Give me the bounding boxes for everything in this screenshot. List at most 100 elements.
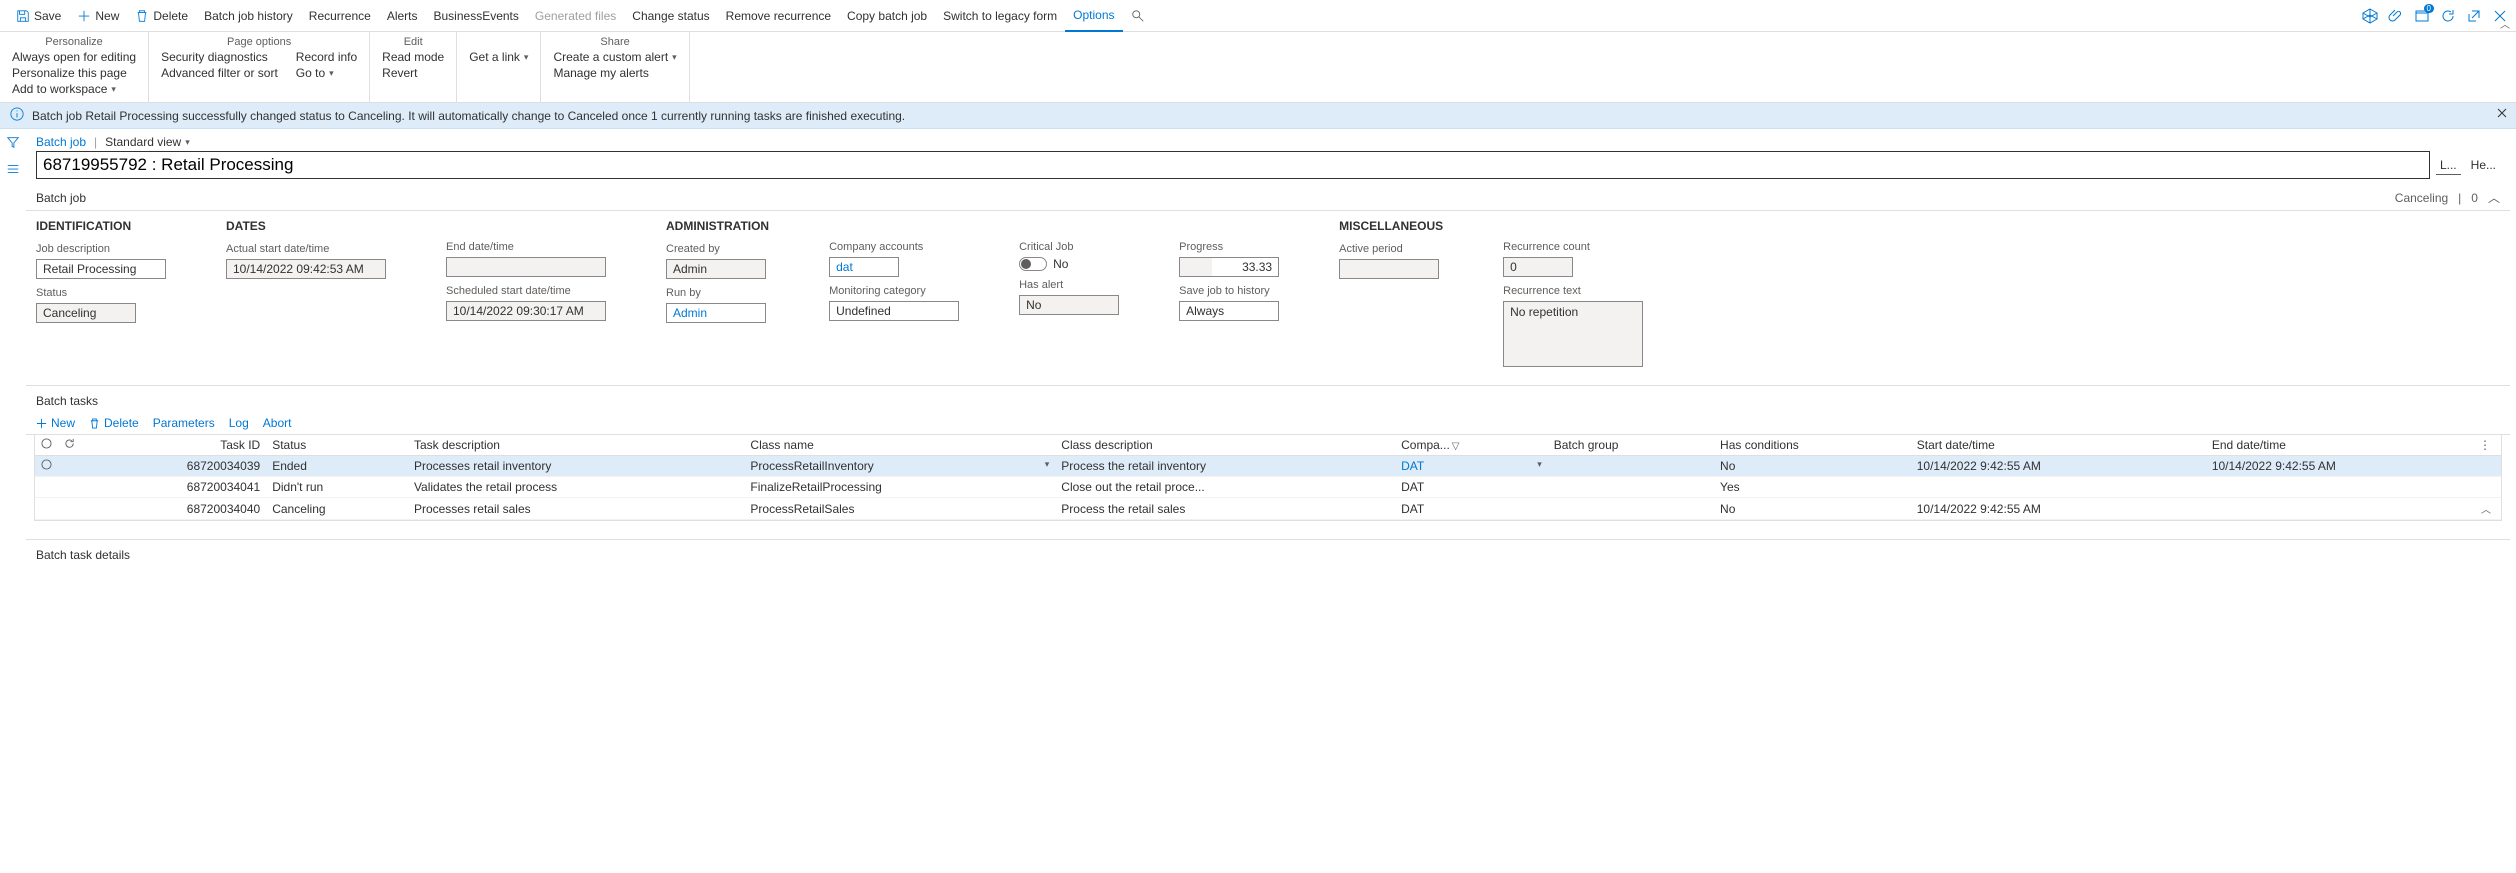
revert-link[interactable]: Revert — [382, 66, 444, 80]
attachments-icon[interactable] — [2388, 8, 2404, 24]
col-status[interactable]: Status — [266, 435, 408, 456]
company-accounts-input[interactable]: dat — [829, 257, 899, 277]
group-admin: ADMINISTRATION — [666, 219, 769, 233]
save-history-input[interactable]: Always — [1179, 301, 1279, 321]
chevron-down-icon: ▾ — [672, 52, 677, 63]
status-input: Canceling — [36, 303, 136, 323]
recurrence-text-label: Recurrence text — [1503, 285, 1643, 297]
chevron-down-icon[interactable]: ▾ — [1045, 459, 1050, 470]
my-alerts-link[interactable]: Manage my alerts — [553, 66, 676, 80]
col-class-name[interactable]: Class name — [744, 435, 1055, 456]
security-link[interactable]: Security diagnostics — [161, 50, 278, 64]
options-tab[interactable]: Options — [1065, 0, 1122, 32]
record-title-input[interactable] — [36, 151, 2430, 179]
remove-recurrence-button[interactable]: Remove recurrence — [718, 0, 839, 32]
globe-icon[interactable] — [2362, 8, 2378, 24]
col-desc[interactable]: Task description — [408, 435, 744, 456]
title-action-1[interactable]: L... — [2436, 156, 2461, 175]
critical-job-label: Critical Job — [1019, 241, 1119, 253]
tasks-table: Task ID Status Task description Class na… — [35, 435, 2501, 520]
created-by-label: Created by — [666, 243, 769, 255]
related-icon[interactable] — [6, 162, 20, 179]
tasks-log-button[interactable]: Log — [229, 416, 249, 430]
switch-form-button[interactable]: Switch to legacy form — [935, 0, 1065, 32]
section-collapse-icon[interactable]: ︿ — [2488, 189, 2500, 206]
search-button[interactable] — [1123, 0, 1153, 32]
generated-files-button: Generated files — [527, 0, 624, 32]
filter-icon[interactable] — [6, 135, 20, 152]
trash-icon — [135, 9, 149, 23]
col-has-cond[interactable]: Has conditions — [1714, 435, 1911, 456]
recurrence-count-label: Recurrence count — [1503, 241, 1643, 253]
read-mode-link[interactable]: Read mode — [382, 50, 444, 64]
col-task-id[interactable]: Task ID — [81, 435, 266, 456]
col-end[interactable]: End date/time⋮ — [2206, 435, 2501, 456]
refresh-icon[interactable] — [2440, 8, 2456, 24]
has-alert-label: Has alert — [1019, 279, 1119, 291]
copy-button[interactable]: Copy batch job — [839, 0, 935, 32]
col-batch-group[interactable]: Batch group — [1548, 435, 1714, 456]
section-count: 0 — [2471, 191, 2478, 205]
col-refresh[interactable] — [58, 435, 81, 456]
custom-alert-link[interactable]: Create a custom alert▾ — [553, 50, 676, 64]
col-start[interactable]: Start date/time — [1911, 435, 2206, 456]
table-row[interactable]: 68720034040 Canceling Processes retail s… — [35, 498, 2501, 520]
end-date-input — [446, 257, 606, 277]
end-date-label: End date/time — [446, 241, 606, 253]
chevron-down-icon[interactable]: ▾ — [1537, 459, 1542, 470]
filter-icon: ▽ — [1452, 441, 1460, 452]
progress-bar: 33.33 — [1179, 257, 1279, 277]
table-row[interactable]: 68720034039 Ended Processes retail inven… — [35, 456, 2501, 477]
filter-link[interactable]: Advanced filter or sort — [161, 66, 278, 80]
breadcrumb-sep: | — [94, 135, 97, 149]
col-select[interactable] — [35, 435, 58, 456]
job-desc-input[interactable]: Retail Processing — [36, 259, 166, 279]
popout-icon[interactable] — [2466, 8, 2482, 24]
breadcrumb-root[interactable]: Batch job — [36, 135, 86, 149]
group-identification: IDENTIFICATION — [36, 219, 166, 233]
scroll-up-icon[interactable]: ︿ — [2481, 501, 2495, 516]
change-status-button[interactable]: Change status — [624, 0, 717, 32]
recurrence-button[interactable]: Recurrence — [301, 0, 379, 32]
monitoring-label: Monitoring category — [829, 285, 959, 297]
notification-icon[interactable]: 0 — [2414, 8, 2430, 24]
col-company[interactable]: Compa...▽ — [1395, 435, 1548, 456]
business-events-button[interactable]: BusinessEvents — [426, 0, 527, 32]
delete-button[interactable]: Delete — [127, 0, 196, 32]
save-button[interactable]: Save — [8, 0, 69, 32]
run-by-input[interactable]: Admin — [666, 303, 766, 323]
title-action-2[interactable]: He... — [2467, 156, 2500, 174]
alerts-button[interactable]: Alerts — [379, 0, 426, 32]
section-status: Canceling — [2395, 191, 2448, 205]
info-icon — [10, 107, 24, 124]
new-button[interactable]: New — [69, 0, 127, 32]
personalize-page-link[interactable]: Personalize this page — [12, 66, 136, 80]
tasks-new-button[interactable]: New — [36, 416, 75, 430]
recurrence-count-input: 0 — [1503, 257, 1573, 277]
tasks-abort-button[interactable]: Abort — [263, 416, 292, 430]
history-button[interactable]: Batch job history — [196, 0, 301, 32]
go-to-link[interactable]: Go to▾ — [296, 66, 357, 80]
section-batch-task-details-title: Batch task details — [26, 539, 2510, 570]
message-close-icon[interactable] — [2496, 107, 2508, 122]
get-link[interactable]: Get a link▾ — [469, 50, 528, 64]
company-accounts-label: Company accounts — [829, 241, 959, 253]
collapse-ribbon-icon[interactable]: ︿ — [2500, 16, 2510, 31]
sched-start-input: 10/14/2022 09:30:17 AM — [446, 301, 606, 321]
record-info-link[interactable]: Record info — [296, 50, 357, 64]
ribbon-personalize-title: Personalize — [12, 34, 136, 50]
critical-job-toggle[interactable] — [1019, 257, 1047, 271]
active-period-input — [1339, 259, 1439, 279]
add-workspace-link[interactable]: Add to workspace▾ — [12, 82, 136, 96]
tasks-parameters-button[interactable]: Parameters — [153, 416, 215, 430]
always-open-link[interactable]: Always open for editing — [12, 50, 136, 64]
col-class-desc[interactable]: Class description — [1055, 435, 1395, 456]
tasks-delete-button[interactable]: Delete — [89, 416, 139, 430]
monitoring-input[interactable]: Undefined — [829, 301, 959, 321]
critical-job-value: No — [1053, 257, 1068, 271]
ribbon-pageoptions-title: Page options — [161, 34, 357, 50]
table-more-icon[interactable]: ⋮ — [2475, 438, 2495, 452]
view-selector[interactable]: Standard view▾ — [105, 135, 190, 149]
save-label: Save — [34, 9, 61, 23]
table-row[interactable]: 68720034041 Didn't run Validates the ret… — [35, 477, 2501, 498]
